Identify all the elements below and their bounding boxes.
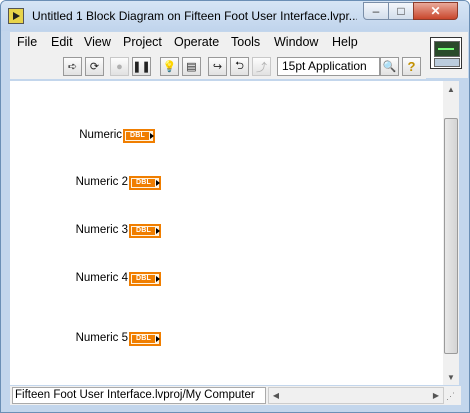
abort-icon[interactable]: ● (110, 57, 129, 76)
numeric-terminal[interactable]: DBL (129, 332, 161, 346)
project-path[interactable]: Fifteen Foot User Interface.lvproj/My Co… (12, 387, 266, 404)
vi-icon-pane (426, 32, 468, 78)
menu-project[interactable]: Project (123, 35, 162, 49)
font-dropdown[interactable]: 15pt Application (277, 57, 380, 76)
toolbar: ➪ ⟳ ● ❚❚ 💡 ▤ ↪ ⮌ ⤴ 15pt Application 🔍 ? (10, 54, 426, 79)
maximize-button[interactable]: □ (388, 2, 414, 20)
scroll-right-icon[interactable]: ▶ (429, 388, 443, 403)
pause-icon[interactable]: ❚❚ (132, 57, 151, 76)
dbl-tag: DBL (132, 227, 155, 235)
menu-edit[interactable]: Edit (51, 35, 73, 49)
horizontal-scrollbar[interactable]: ◀ ▶ (268, 387, 444, 404)
labview-app-icon[interactable] (8, 8, 24, 24)
scroll-thumb[interactable] (444, 118, 458, 354)
window-title: Untitled 1 Block Diagram on Fifteen Foot… (32, 9, 357, 23)
terminal-row[interactable]: Numeric 4 DBL (10, 272, 165, 286)
output-arrow-icon (156, 336, 160, 342)
context-help-icon[interactable]: ? (402, 57, 421, 76)
scroll-up-icon[interactable]: ▲ (443, 81, 459, 97)
vi-icon-screen (434, 41, 460, 57)
output-arrow-icon (156, 276, 160, 282)
highlight-execution-icon[interactable]: 💡 (160, 57, 179, 76)
status-bar: Fifteen Foot User Interface.lvproj/My Co… (10, 386, 461, 405)
minimize-button[interactable]: – (363, 2, 389, 20)
step-over-icon[interactable]: ⮌ (230, 57, 249, 76)
terminal-label: Numeric 5 (75, 332, 128, 344)
scroll-left-icon[interactable]: ◀ (269, 388, 283, 403)
vertical-scrollbar[interactable]: ▲ ▼ (443, 81, 459, 385)
output-arrow-icon (156, 180, 160, 186)
block-diagram-canvas[interactable]: Numeric DBL Numeric 2 DBL Numeric 3 DBL … (10, 81, 443, 385)
menu-tools[interactable]: Tools (231, 35, 260, 49)
dbl-tag: DBL (132, 179, 155, 187)
terminal-label: Numeric 2 (75, 176, 128, 188)
menu-help[interactable]: Help (332, 35, 358, 49)
search-icon[interactable]: 🔍 (380, 57, 399, 76)
menu-file[interactable]: File (17, 35, 37, 49)
terminal-label: Numeric 4 (75, 272, 128, 284)
terminal-label: Numeric (79, 129, 122, 141)
dbl-tag: DBL (132, 335, 155, 343)
run-continuously-icon[interactable]: ⟳ (85, 57, 104, 76)
menu-window[interactable]: Window (274, 35, 318, 49)
numeric-terminal[interactable]: DBL (129, 272, 161, 286)
output-arrow-icon (150, 133, 154, 139)
terminal-row[interactable]: Numeric 5 DBL (10, 332, 165, 346)
retain-wire-values-icon[interactable]: ▤ (182, 57, 201, 76)
title-bar[interactable]: Untitled 1 Block Diagram on Fifteen Foot… (1, 1, 469, 31)
numeric-terminal[interactable]: DBL (123, 129, 155, 143)
dbl-tag: DBL (132, 275, 155, 283)
menu-view[interactable]: View (84, 35, 111, 49)
terminal-row[interactable]: Numeric 3 DBL (10, 224, 165, 238)
terminal-label: Numeric 3 (75, 224, 128, 236)
labview-window: Untitled 1 Block Diagram on Fifteen Foot… (0, 0, 470, 413)
resize-grip-icon[interactable]: ⋰ (446, 389, 460, 403)
menu-bar: File Edit View Project Operate Tools Win… (10, 32, 426, 54)
step-out-icon[interactable]: ⤴ (252, 57, 271, 76)
numeric-terminal[interactable]: DBL (129, 224, 161, 238)
run-icon[interactable]: ➪ (63, 57, 82, 76)
vi-icon-base (434, 58, 460, 67)
scroll-down-icon[interactable]: ▼ (443, 369, 459, 385)
menu-operate[interactable]: Operate (174, 35, 219, 49)
output-arrow-icon (156, 228, 160, 234)
close-button[interactable]: ✕ (413, 2, 458, 20)
terminal-row[interactable]: Numeric 2 DBL (10, 176, 165, 190)
step-into-icon[interactable]: ↪ (208, 57, 227, 76)
dbl-tag: DBL (126, 132, 149, 140)
terminal-row[interactable]: Numeric DBL (10, 129, 160, 143)
vi-icon[interactable] (430, 37, 462, 69)
numeric-terminal[interactable]: DBL (129, 176, 161, 190)
